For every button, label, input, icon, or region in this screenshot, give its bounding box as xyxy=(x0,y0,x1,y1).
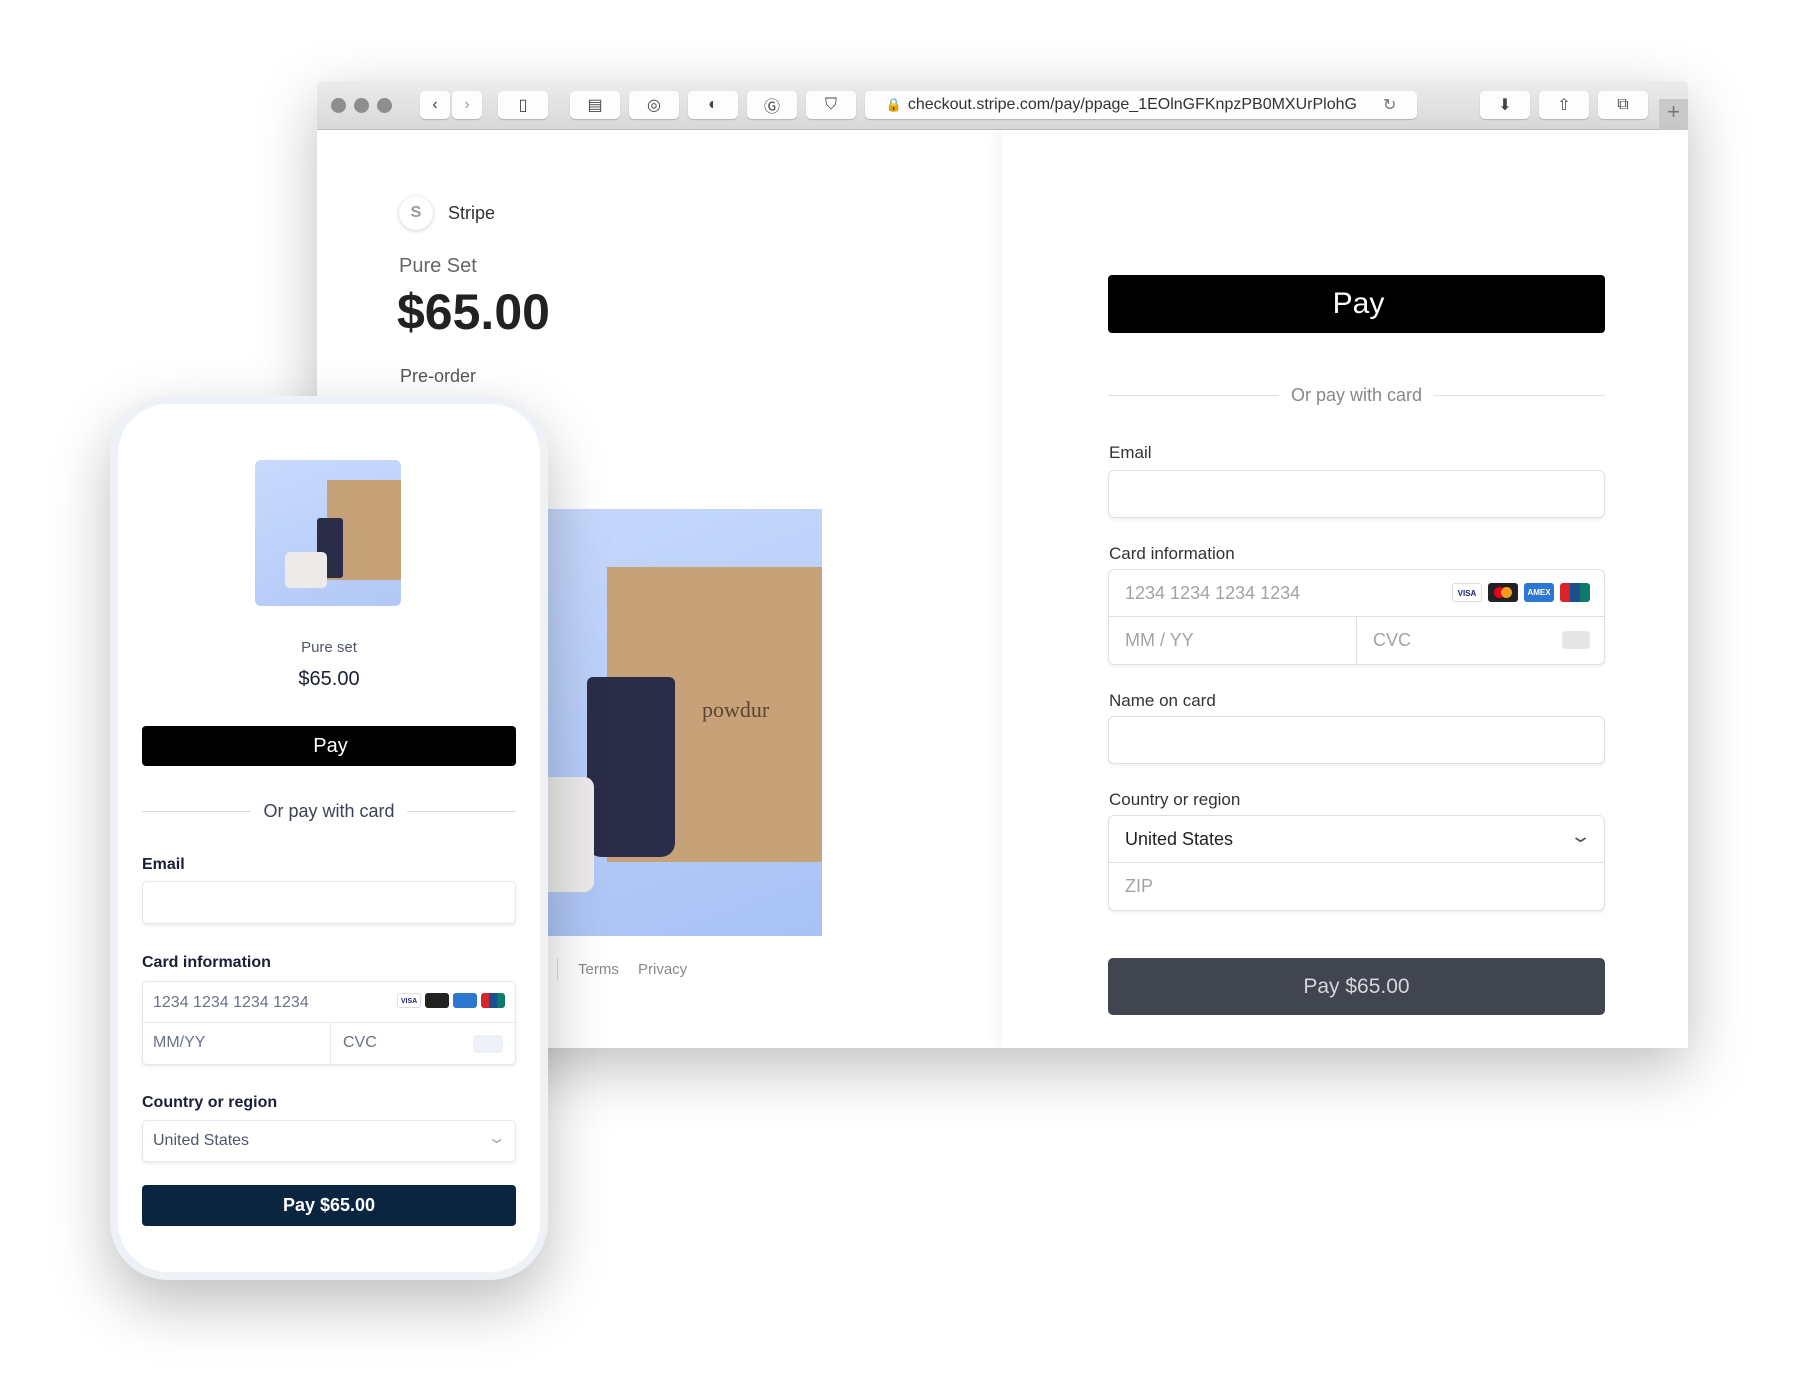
cvc-card-icon xyxy=(1562,631,1590,649)
name-on-card-input[interactable] xyxy=(1108,716,1605,764)
back-icon[interactable]: ‹ xyxy=(420,91,450,119)
extension-icon[interactable]: ▤ xyxy=(570,91,620,119)
mobile-price: $65.00 xyxy=(298,668,360,690)
sidebar-icon[interactable]: ▯ xyxy=(498,91,548,119)
mobile-email-input[interactable] xyxy=(142,881,516,924)
onepassword-icon[interactable]: ◎ xyxy=(629,91,679,119)
amex-icon xyxy=(453,993,477,1008)
pay-button[interactable]: Pay $65.00 xyxy=(1108,958,1605,1015)
price: $65.00 xyxy=(397,284,550,340)
reload-icon[interactable]: ↻ xyxy=(1383,95,1396,115)
zip-input[interactable]: ZIP xyxy=(1109,863,1604,910)
mobile-email-label: Email xyxy=(142,856,185,873)
mobile-card-info-label: Card information xyxy=(142,954,271,971)
new-tab-icon[interactable]: + xyxy=(1659,99,1688,130)
email-input[interactable] xyxy=(1108,470,1605,518)
forward-icon[interactable]: › xyxy=(452,91,482,119)
payment-pane: Pay Or pay with card Email Card informat… xyxy=(1002,130,1688,1048)
mobile-product-name: Pure set xyxy=(301,639,357,656)
visa-icon: VISA xyxy=(397,993,421,1008)
download-icon[interactable]: ⬇ xyxy=(1480,91,1530,119)
cvc-input[interactable]: CVC xyxy=(1357,617,1604,664)
mastercard-icon xyxy=(425,993,449,1008)
address-bar[interactable]: 🔒 checkout.stripe.com/pay/ppage_1EOlnGFK… xyxy=(865,91,1417,119)
visa-icon: VISA xyxy=(1452,583,1482,602)
browser-toolbar: ‹ › ▯ ▤ ◎ ◐ Ⓖ ⛉ 🔒 checkout.stripe.com/pa… xyxy=(317,81,1688,130)
unionpay-icon xyxy=(1560,583,1590,602)
lock-icon: 🔒 xyxy=(885,97,902,112)
footer-divider xyxy=(557,958,558,980)
mobile-card-number-input[interactable]: 1234 1234 1234 1234 VISA xyxy=(143,982,515,1023)
name-on-card-label: Name on card xyxy=(1109,691,1216,710)
pocket-icon[interactable]: ⛉ xyxy=(806,91,856,119)
address-group: United States ⌄ ZIP xyxy=(1108,815,1605,911)
card-input-group: 1234 1234 1234 1234 VISA AMEX MM / YY CV… xyxy=(1108,569,1605,665)
mobile-product-image xyxy=(255,460,401,606)
close-window-button[interactable] xyxy=(331,98,346,113)
country-label: Country or region xyxy=(1109,790,1241,809)
product-tube xyxy=(587,677,675,857)
expiry-input[interactable]: MM / YY xyxy=(1109,617,1357,664)
tabs-icon[interactable]: ⧉ xyxy=(1598,91,1648,119)
cvc-card-icon xyxy=(473,1035,503,1053)
mobile-card-brands: VISA xyxy=(397,993,505,1008)
mastercard-icon xyxy=(1488,583,1518,602)
share-icon[interactable]: ⇧ xyxy=(1539,91,1589,119)
apple-pay-button[interactable]: Pay xyxy=(1108,275,1605,333)
chevron-down-icon: ⌄ xyxy=(486,1130,507,1147)
mobile-country-label: Country or region xyxy=(142,1094,278,1111)
mobile-expiry-input[interactable]: MM/YY xyxy=(143,1023,331,1064)
mobile-cvc-input[interactable]: CVC xyxy=(331,1023,515,1064)
toggle-icon[interactable]: ◐ xyxy=(688,91,738,119)
grammarly-icon[interactable]: Ⓖ xyxy=(747,91,797,119)
chevron-down-icon: ⌄ xyxy=(1569,826,1592,846)
mobile-checkout-phone: Pure set $65.00 Pay Or pay with card Ema… xyxy=(110,396,548,1280)
url-text: checkout.stripe.com/pay/ppage_1EOlnGFKnp… xyxy=(907,96,1357,113)
mobile-country-select[interactable]: United States ⌄ xyxy=(142,1120,516,1162)
stripe-logo-icon: S xyxy=(399,196,433,230)
or-divider: Or pay with card xyxy=(1108,385,1606,406)
email-label: Email xyxy=(1109,443,1152,462)
amex-icon: AMEX xyxy=(1524,583,1554,602)
product-name: Pure Set xyxy=(399,255,477,277)
privacy-link[interactable]: Privacy xyxy=(638,961,687,978)
mobile-card-input-group: 1234 1234 1234 1234 VISA MM/YY CVC xyxy=(142,981,516,1065)
card-number-input[interactable]: 1234 1234 1234 1234 VISA AMEX xyxy=(1109,570,1604,617)
minimize-window-button[interactable] xyxy=(354,98,369,113)
terms-link[interactable]: Terms xyxy=(578,961,619,978)
country-select[interactable]: United States ⌄ xyxy=(1109,816,1604,863)
card-brands: VISA AMEX xyxy=(1452,583,1590,602)
mobile-apple-pay-button[interactable]: Pay xyxy=(142,726,516,766)
mobile-or-divider: Or pay with card xyxy=(142,801,517,822)
brand-name: Stripe xyxy=(448,203,496,223)
product-subtitle: Pre-order xyxy=(400,366,477,386)
unionpay-icon xyxy=(481,993,505,1008)
mobile-pay-button[interactable]: Pay $65.00 xyxy=(142,1185,516,1226)
zoom-window-button[interactable] xyxy=(377,98,392,113)
card-info-label: Card information xyxy=(1109,544,1235,563)
